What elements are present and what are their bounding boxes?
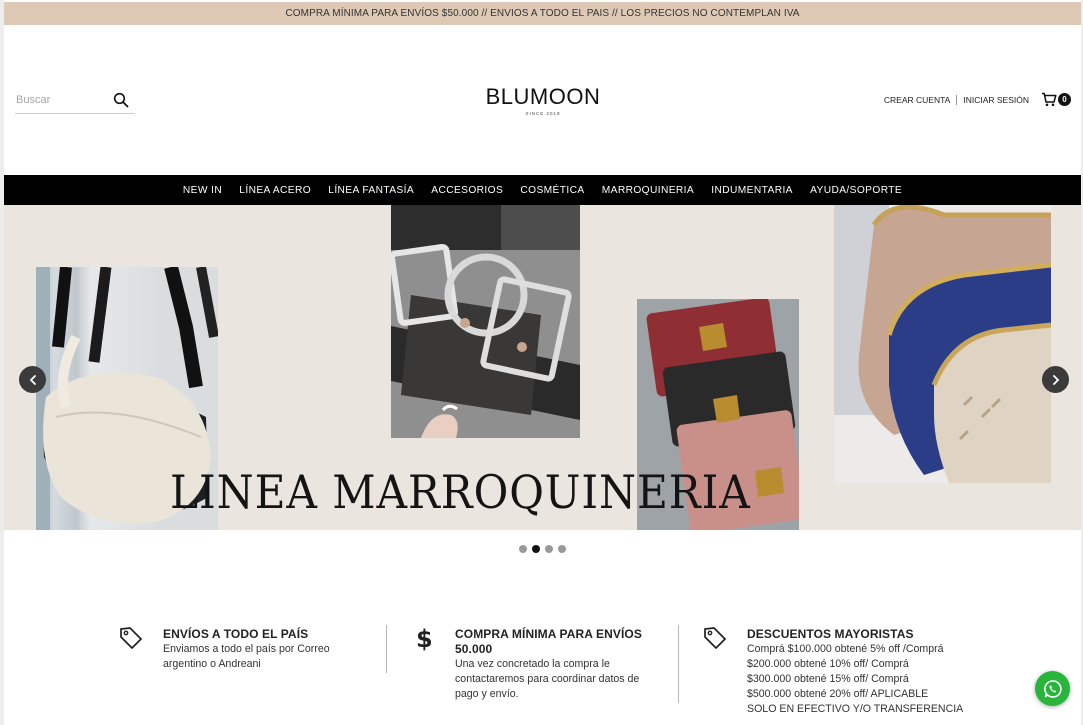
tag-icon (704, 627, 726, 649)
benefit-text-line: $200.000 obtené 10% off/ Comprá (747, 658, 909, 670)
slider-dot-2[interactable] (532, 545, 540, 553)
slider-prev-button[interactable] (19, 366, 46, 393)
benefits-section: ENVÍOS A TODO EL PAÍS Enviamos a todo el… (118, 625, 978, 725)
hero-photo-monogram-wallets (834, 205, 1051, 483)
chevron-right-icon (1052, 374, 1059, 385)
create-account-link[interactable]: CREAR CUENTA (884, 95, 950, 105)
benefit-title: ENVÍOS A TODO EL PAÍS (163, 627, 309, 641)
benefit-title: 50.000 (455, 642, 493, 656)
account-divider (956, 94, 958, 105)
announcement-bar: COMPRA MÍNIMA PARA ENVÍOS $50.000 // ENV… (4, 2, 1081, 25)
login-link[interactable]: INICIAR SESIÓN (963, 95, 1029, 105)
chevron-left-icon (29, 374, 36, 385)
tag-icon (120, 627, 142, 649)
logo-brand: BLUMOON (485, 84, 601, 109)
search-box (15, 88, 135, 114)
nav-item-linea-acero[interactable]: LÍNEA ACERO (239, 185, 311, 196)
slider-dot-3[interactable] (545, 545, 553, 553)
hero-slider[interactable]: LINEA MARROQUINERIA (4, 205, 1081, 530)
hero-photo-belts (391, 205, 580, 438)
slider-next-button[interactable] (1042, 366, 1069, 393)
nav-item-new-in[interactable]: NEW IN (183, 185, 222, 196)
whatsapp-button[interactable] (1035, 671, 1070, 706)
dollar-icon: $ (416, 625, 433, 651)
site-logo[interactable]: BLUMOON SINCE 2019 (483, 84, 603, 116)
benefit-title: COMPRA MÍNIMA PARA ENVÍOS (455, 627, 642, 641)
nav-item-linea-fantasia[interactable]: LÍNEA FANTASÍA (328, 185, 414, 196)
announcement-text: COMPRA MÍNIMA PARA ENVÍOS $50.000 // ENV… (285, 8, 800, 19)
cart-button[interactable]: 0 (1041, 92, 1071, 107)
cart-count-badge: 0 (1058, 93, 1071, 106)
search-icon[interactable] (113, 92, 129, 108)
benefit-text-line: pago y envío. (455, 688, 519, 700)
benefit-text-line: $300.000 obtené 15% off/ Comprá (747, 673, 909, 685)
slider-dot-4[interactable] (558, 545, 566, 553)
benefit-text-line: argentino o Andreani (163, 658, 261, 670)
nav-item-accesorios[interactable]: ACCESORIOS (431, 185, 503, 196)
benefit-text-line: SOLO EN EFECTIVO Y/O TRANSFERENCIA (747, 703, 964, 715)
nav-item-marroquineria[interactable]: MARROQUINERIA (602, 185, 694, 196)
hero-title: LINEA MARROQUINERIA (170, 465, 751, 519)
benefit-divider (678, 625, 679, 703)
benefit-title: DESCUENTOS MAYORISTAS (747, 627, 914, 641)
main-nav: NEW IN LÍNEA ACERO LÍNEA FANTASÍA ACCESO… (4, 175, 1081, 205)
benefit-text-line: Enviamos a todo el país por Correo (163, 643, 330, 655)
nav-item-indumentaria[interactable]: INDUMENTARIA (711, 185, 793, 196)
logo-tagline: SINCE 2019 (525, 111, 561, 116)
benefit-text-line: Comprá $100.000 obtené 5% off /Comprá (747, 643, 944, 655)
nav-item-cosmetica[interactable]: COSMÉTICA (520, 185, 584, 196)
cart-icon (1042, 92, 1057, 107)
nav-item-ayuda-soporte[interactable]: AYUDA/SOPORTE (810, 185, 902, 196)
slider-dot-1[interactable] (519, 545, 527, 553)
benefit-text-line: Una vez concretado la compra le (455, 658, 610, 670)
svg-text:$: $ (416, 625, 433, 651)
search-input[interactable] (15, 88, 105, 112)
benefit-divider (386, 625, 387, 673)
benefit-text-line: contactaremos para coordinar datos de (455, 673, 640, 685)
account-links: CREAR CUENTA INICIAR SESIÓN 0 (884, 92, 1071, 107)
whatsapp-icon (1043, 679, 1062, 698)
slider-pagination (519, 545, 571, 553)
benefit-text-line: $500.000 obtené 20% off/ APLICABLE (747, 688, 929, 700)
